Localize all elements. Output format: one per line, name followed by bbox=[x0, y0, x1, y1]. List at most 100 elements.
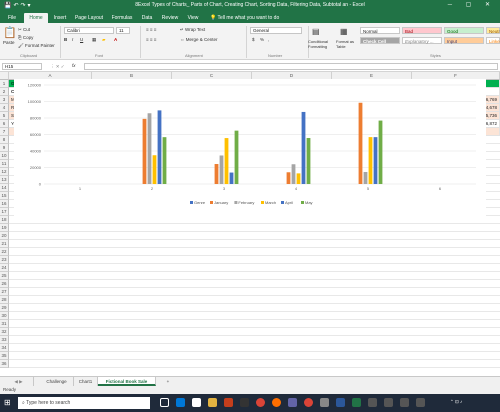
wrap-text-button[interactable]: ↵ Wrap Text bbox=[180, 27, 205, 33]
format-as-table-icon[interactable]: ▦ bbox=[340, 27, 348, 36]
app-icon[interactable] bbox=[416, 398, 425, 407]
style-linked[interactable]: Linked bbox=[486, 37, 500, 44]
store-icon[interactable] bbox=[192, 398, 201, 407]
windows-start-icon[interactable]: ⊞ bbox=[4, 398, 11, 407]
system-tray[interactable]: ⌃ ⊡ ♪ bbox=[450, 399, 462, 405]
percent-button[interactable]: % bbox=[260, 37, 264, 42]
row-header[interactable]: 10 bbox=[0, 152, 9, 160]
row-header[interactable]: 35 bbox=[0, 352, 9, 360]
tab-page-layout[interactable]: Page Layout bbox=[72, 13, 106, 23]
underline-button[interactable]: U bbox=[80, 37, 83, 42]
sheet-tab-chart1[interactable]: Chart1 bbox=[74, 377, 98, 386]
embedded-chart[interactable]: 0 20000 40000 60000 80000 100000 120000 1 2 3 4 5 6 G… bbox=[14, 79, 486, 218]
tab-data[interactable]: Data bbox=[138, 13, 156, 23]
tab-review[interactable]: Review bbox=[158, 13, 182, 23]
row-header[interactable]: 7 bbox=[0, 128, 9, 136]
row-header[interactable]: 27 bbox=[0, 288, 9, 296]
excel-icon[interactable] bbox=[352, 398, 361, 407]
conditional-formatting-button[interactable]: Conditional Formatting bbox=[308, 39, 334, 49]
app-icon[interactable] bbox=[400, 398, 409, 407]
app-icon[interactable] bbox=[240, 398, 249, 407]
row-header[interactable]: 31 bbox=[0, 320, 9, 328]
align-left-icon[interactable]: ≡ ≡ ≡ bbox=[146, 37, 156, 42]
align-top-icon[interactable]: ≡ ≡ ≡ bbox=[146, 27, 156, 32]
comma-button[interactable]: , bbox=[268, 37, 269, 42]
style-normal[interactable]: Normal bbox=[360, 27, 400, 34]
format-painter-button[interactable]: 🖌 Format Painter bbox=[18, 43, 55, 49]
tab-view[interactable]: View bbox=[184, 13, 202, 23]
style-check-cell[interactable]: Check Cell bbox=[360, 37, 400, 44]
italic-button[interactable]: I bbox=[72, 37, 73, 42]
app-icon[interactable] bbox=[384, 398, 393, 407]
fx-icon[interactable]: fx bbox=[72, 63, 76, 68]
row-header[interactable]: 34 bbox=[0, 344, 9, 352]
tab-formulas[interactable]: Formulas bbox=[108, 13, 136, 23]
taskbar-search[interactable]: ⌕ Type here to search bbox=[18, 397, 150, 409]
conditional-formatting-icon[interactable]: ▤ bbox=[312, 27, 320, 36]
merge-center-button[interactable]: ⇔ Merge & Center bbox=[180, 37, 218, 42]
row-header[interactable]: 28 bbox=[0, 296, 9, 304]
row-header[interactable]: 18 bbox=[0, 216, 9, 224]
tab-insert[interactable]: Insert bbox=[50, 13, 70, 23]
row-header[interactable]: 21 bbox=[0, 240, 9, 248]
row-header[interactable]: 1 bbox=[0, 80, 9, 88]
number-format-select[interactable]: General bbox=[250, 27, 302, 34]
sheet-nav-arrows[interactable]: ◀ ▶ bbox=[4, 377, 34, 386]
row-header[interactable]: 9 bbox=[0, 144, 9, 152]
style-good[interactable]: Good bbox=[444, 27, 484, 34]
row-header[interactable]: 23 bbox=[0, 256, 9, 264]
row-header[interactable]: 4 bbox=[0, 104, 9, 112]
app-icon[interactable] bbox=[288, 398, 297, 407]
select-all-corner[interactable] bbox=[0, 72, 9, 80]
app-icon[interactable] bbox=[368, 398, 377, 407]
sheet-tab-challenge[interactable]: Challenge bbox=[40, 377, 74, 386]
explorer-icon[interactable] bbox=[208, 398, 217, 407]
paste-button[interactable]: Paste bbox=[3, 40, 15, 45]
row-header[interactable]: 11 bbox=[0, 160, 9, 168]
chrome-icon[interactable] bbox=[256, 398, 265, 407]
tab-file[interactable]: File bbox=[4, 13, 20, 23]
chrome-icon[interactable] bbox=[304, 398, 313, 407]
task-view-icon[interactable] bbox=[160, 398, 169, 407]
row-header[interactable]: 15 bbox=[0, 192, 9, 200]
font-name-select[interactable]: Calibri bbox=[64, 27, 114, 34]
name-box[interactable]: H15 bbox=[2, 63, 42, 70]
row-header[interactable]: 17 bbox=[0, 208, 9, 216]
edge-icon[interactable] bbox=[176, 398, 185, 407]
row-header[interactable]: 20 bbox=[0, 232, 9, 240]
row-header[interactable]: 14 bbox=[0, 184, 9, 192]
row-header[interactable]: 25 bbox=[0, 272, 9, 280]
window-controls[interactable]: ─ ▢ ✕ bbox=[448, 1, 496, 8]
row-header[interactable]: 2 bbox=[0, 88, 9, 96]
copy-button[interactable]: ⎘ Copy bbox=[18, 35, 33, 40]
row-header[interactable]: 32 bbox=[0, 328, 9, 336]
style-neutral[interactable]: Neutral bbox=[486, 27, 500, 34]
tab-home[interactable]: Home bbox=[24, 13, 48, 23]
row-header[interactable]: 29 bbox=[0, 304, 9, 312]
row-header[interactable]: 16 bbox=[0, 200, 9, 208]
row-header[interactable]: 33 bbox=[0, 336, 9, 344]
font-color-icon[interactable]: A bbox=[114, 37, 117, 42]
style-bad[interactable]: Bad bbox=[402, 27, 442, 34]
borders-icon[interactable]: ▦ bbox=[92, 37, 96, 43]
currency-button[interactable]: $ bbox=[252, 37, 255, 42]
row-header[interactable]: 3 bbox=[0, 96, 9, 104]
row-header[interactable]: 26 bbox=[0, 280, 9, 288]
row-header[interactable]: 19 bbox=[0, 224, 9, 232]
powerpoint-icon[interactable] bbox=[224, 398, 233, 407]
formula-input[interactable] bbox=[84, 63, 498, 70]
app-icon[interactable] bbox=[320, 398, 329, 407]
tell-me-box[interactable]: 💡 Tell me what you want to do bbox=[210, 13, 320, 23]
row-header[interactable]: 12 bbox=[0, 168, 9, 176]
app-icon[interactable] bbox=[272, 398, 281, 407]
font-size-select[interactable]: 11 bbox=[116, 27, 130, 34]
row-header[interactable]: 36 bbox=[0, 360, 9, 368]
paste-icon[interactable]: 📋 bbox=[3, 26, 17, 39]
style-explanatory[interactable]: Explanatory ... bbox=[402, 37, 442, 44]
row-header[interactable]: 6 bbox=[0, 120, 9, 128]
bold-button[interactable]: B bbox=[64, 37, 67, 42]
row-header[interactable]: 13 bbox=[0, 176, 9, 184]
row-header[interactable]: 5 bbox=[0, 112, 9, 120]
sheet-tab-fictional-book-sale[interactable]: Fictional Book Sale bbox=[98, 377, 156, 386]
fill-color-icon[interactable]: ▰ bbox=[102, 37, 105, 43]
